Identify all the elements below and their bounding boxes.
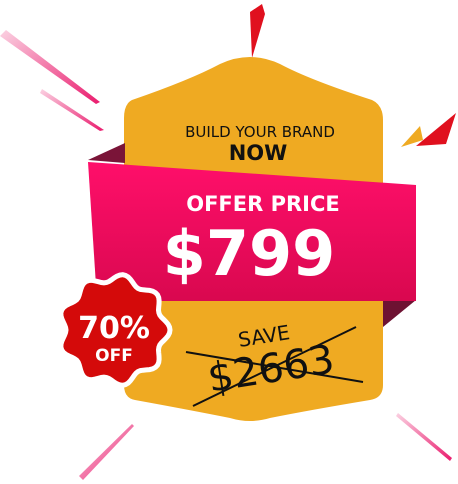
discount-percent: 70% [78,311,150,346]
spike-left-1 [0,30,100,104]
discount-seal: 70% OFF [58,272,173,388]
spike-left-2 [40,89,104,131]
ribbon-fold-left [88,143,125,163]
ribbon-fold-right [383,300,416,327]
spike-right-red [416,113,456,146]
discount-suffix: OFF [95,346,133,366]
offer-label: OFFER PRICE [186,192,340,216]
headline-text: BUILD YOUR BRAND [185,123,335,141]
offer-badge-graphic: BUILD YOUR BRAND NOW OFFER PRICE $799 SA… [0,4,456,480]
spike-bottom-left [79,424,134,480]
offer-price: $799 [163,217,336,290]
headline-emphasis: NOW [229,141,288,165]
spike-top [250,4,265,58]
spike-bottom-right [396,413,452,461]
